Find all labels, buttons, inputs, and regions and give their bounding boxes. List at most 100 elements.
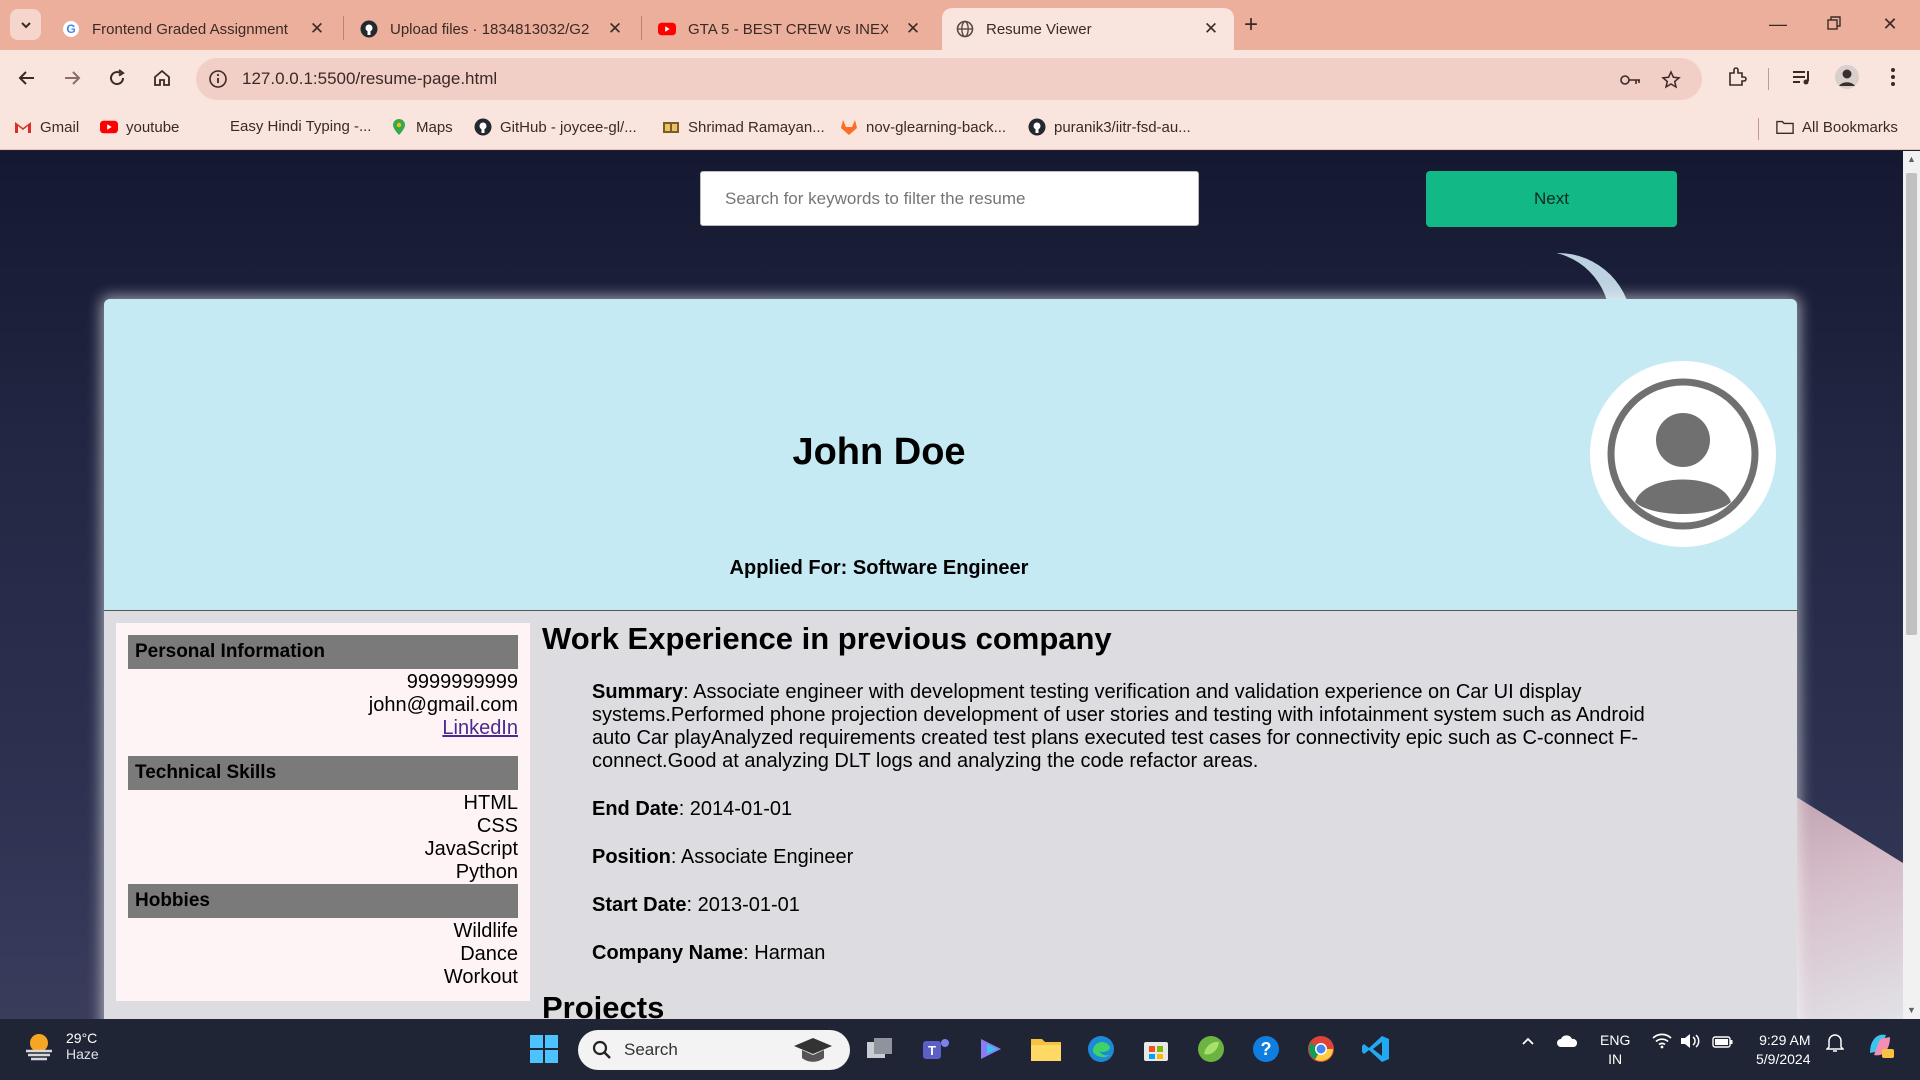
globe-icon (956, 20, 974, 38)
chrome-app[interactable] (1303, 1031, 1339, 1067)
bookmark-label: Shrimad Ramayan... (688, 118, 825, 136)
resume-header: John Doe Applied For: Software Engineer (104, 299, 1797, 611)
language-code: ENG (1600, 1032, 1631, 1048)
google-icon: G (62, 20, 80, 38)
edge-icon (1088, 1036, 1114, 1062)
star-icon[interactable] (1660, 69, 1682, 91)
resume-sidebar: Personal Information 9999999999 john@gma… (116, 623, 530, 1001)
scroll-thumb[interactable] (1906, 173, 1917, 635)
resume-main: Work Experience in previous company Summ… (542, 621, 1772, 1019)
profile-avatar-icon[interactable] (1834, 64, 1860, 90)
bookmark-ramayan[interactable]: Shrimad Ramayan... (662, 118, 825, 136)
tab-divider (343, 16, 344, 40)
back-button[interactable] (12, 63, 42, 93)
tab-search-button[interactable] (10, 9, 41, 40)
svg-text:?: ? (1261, 1039, 1272, 1059)
close-icon[interactable]: ✕ (904, 20, 922, 38)
file-explorer-app[interactable] (1028, 1031, 1064, 1067)
graduation-cap-icon (794, 1038, 832, 1062)
close-icon[interactable]: ✕ (606, 20, 624, 38)
extensions-icon[interactable] (1724, 64, 1750, 90)
scroll-down-icon[interactable]: ▼ (1903, 1002, 1920, 1019)
show-hidden-icons[interactable] (1520, 1033, 1536, 1052)
bookmark-gmail[interactable]: Gmail (14, 118, 79, 136)
vscode-icon (1362, 1036, 1389, 1062)
experience-position: Position: Associate Engineer (592, 846, 854, 868)
bookmark-github-puranik[interactable]: puranik3/iitr-fsd-au... (1028, 118, 1191, 136)
copilot-app[interactable] (973, 1031, 1009, 1067)
clock-date: 5/9/2024 (1756, 1051, 1811, 1067)
bookmarks-bar: Gmail youtube Easy Hindi Typing -... Map… (0, 108, 1920, 150)
weather-widget[interactable]: 29°C Haze (22, 1029, 99, 1063)
hobby-item: Wildlife (453, 920, 518, 942)
spring-tool-app[interactable] (1193, 1031, 1229, 1067)
bookmark-label: GitHub - joycee-gl/... (500, 118, 637, 136)
resume-search-input[interactable] (700, 171, 1199, 226)
taskbar-search[interactable]: Search (578, 1030, 850, 1070)
arrow-left-icon (18, 71, 34, 85)
scroll-up-icon[interactable]: ▲ (1903, 151, 1920, 168)
battery-icon[interactable] (1712, 1033, 1734, 1052)
reload-icon (110, 69, 125, 86)
hobby-item: Workout (443, 966, 518, 988)
volume-icon[interactable] (1680, 1033, 1700, 1052)
next-button[interactable]: Next (1426, 171, 1677, 227)
task-view-icon (867, 1038, 892, 1058)
system-clock[interactable]: 9:29 AM 5/9/2024 (1756, 1031, 1811, 1069)
close-window-button[interactable]: ✕ (1870, 10, 1910, 38)
close-icon[interactable]: ✕ (308, 20, 326, 38)
tab-divider (641, 16, 642, 40)
start-button[interactable] (526, 1031, 562, 1067)
edge-app[interactable] (1083, 1031, 1119, 1067)
copilot-colorful-icon[interactable] (1864, 1029, 1896, 1064)
vscode-app[interactable] (1358, 1031, 1394, 1067)
bookmark-youtube[interactable]: youtube (100, 118, 179, 136)
minimize-button[interactable]: — (1758, 10, 1798, 38)
restore-button[interactable] (1814, 10, 1854, 38)
info-icon[interactable] (206, 67, 230, 91)
chevron-up-icon (1522, 1037, 1534, 1045)
github-icon (1028, 118, 1046, 136)
help-app[interactable]: ? (1248, 1031, 1284, 1067)
task-view-button[interactable] (862, 1031, 898, 1067)
language-indicator[interactable]: ENG IN (1600, 1031, 1630, 1069)
url-text[interactable]: 127.0.0.1:5500/resume-page.html (242, 69, 497, 89)
windows-taskbar: 29°C Haze Search T ? ENG IN 9:29 AM 5/9/… (0, 1019, 1920, 1080)
linkedin-link[interactable]: LinkedIn (442, 717, 518, 739)
forward-button[interactable] (57, 63, 87, 93)
bookmark-gitlab[interactable]: nov-glearning-back... (840, 118, 1006, 136)
wifi-icon[interactable] (1652, 1033, 1672, 1052)
bookmark-label: Gmail (40, 118, 80, 136)
close-icon[interactable]: ✕ (1202, 20, 1220, 38)
page-scrollbar[interactable]: ▲ ▼ (1903, 151, 1920, 1019)
tab-upload-files[interactable]: Upload files · 1834813032/G2F ✕ (346, 8, 638, 50)
candidate-name: John Doe (792, 431, 966, 473)
notification-bell-icon[interactable] (1825, 1033, 1845, 1056)
map-pin-icon (390, 118, 408, 136)
teams-app[interactable]: T (918, 1031, 954, 1067)
bookmark-hindi-typing[interactable]: Easy Hindi Typing -... (230, 118, 371, 135)
skill-item: HTML (463, 792, 518, 814)
tab-gta-video[interactable]: GTA 5 - BEST CREW vs INEXPER ✕ (644, 8, 936, 50)
tab-title: Frontend Graded Assignment - (92, 20, 292, 38)
toolbar-divider (1768, 68, 1769, 90)
bookmark-label: Maps (416, 118, 453, 136)
store-app[interactable] (1138, 1031, 1174, 1067)
bookmark-github-joycee[interactable]: GitHub - joycee-gl/... (474, 118, 637, 136)
address-bar[interactable]: 127.0.0.1:5500/resume-page.html (196, 58, 1702, 100)
tab-resume-viewer[interactable]: Resume Viewer ✕ (942, 8, 1234, 50)
weather-temperature: 29°C (66, 1030, 98, 1046)
key-icon[interactable] (1620, 69, 1642, 91)
bookmark-label: nov-glearning-back... (866, 118, 1007, 136)
reload-button[interactable] (102, 63, 132, 93)
onedrive-icon[interactable] (1556, 1033, 1578, 1052)
all-bookmarks-button[interactable]: All Bookmarks (1776, 118, 1898, 136)
experience-summary: Summary: Associate engineer with develop… (592, 681, 1645, 772)
menu-kebab-icon[interactable] (1880, 64, 1906, 90)
new-tab-button[interactable]: + (1244, 12, 1258, 38)
book-icon (662, 118, 680, 136)
tab-frontend-assignment[interactable]: G Frontend Graded Assignment - ✕ (48, 8, 340, 50)
media-controls-icon[interactable] (1788, 64, 1814, 90)
bookmark-maps[interactable]: Maps (390, 118, 453, 136)
home-button[interactable] (147, 63, 177, 93)
